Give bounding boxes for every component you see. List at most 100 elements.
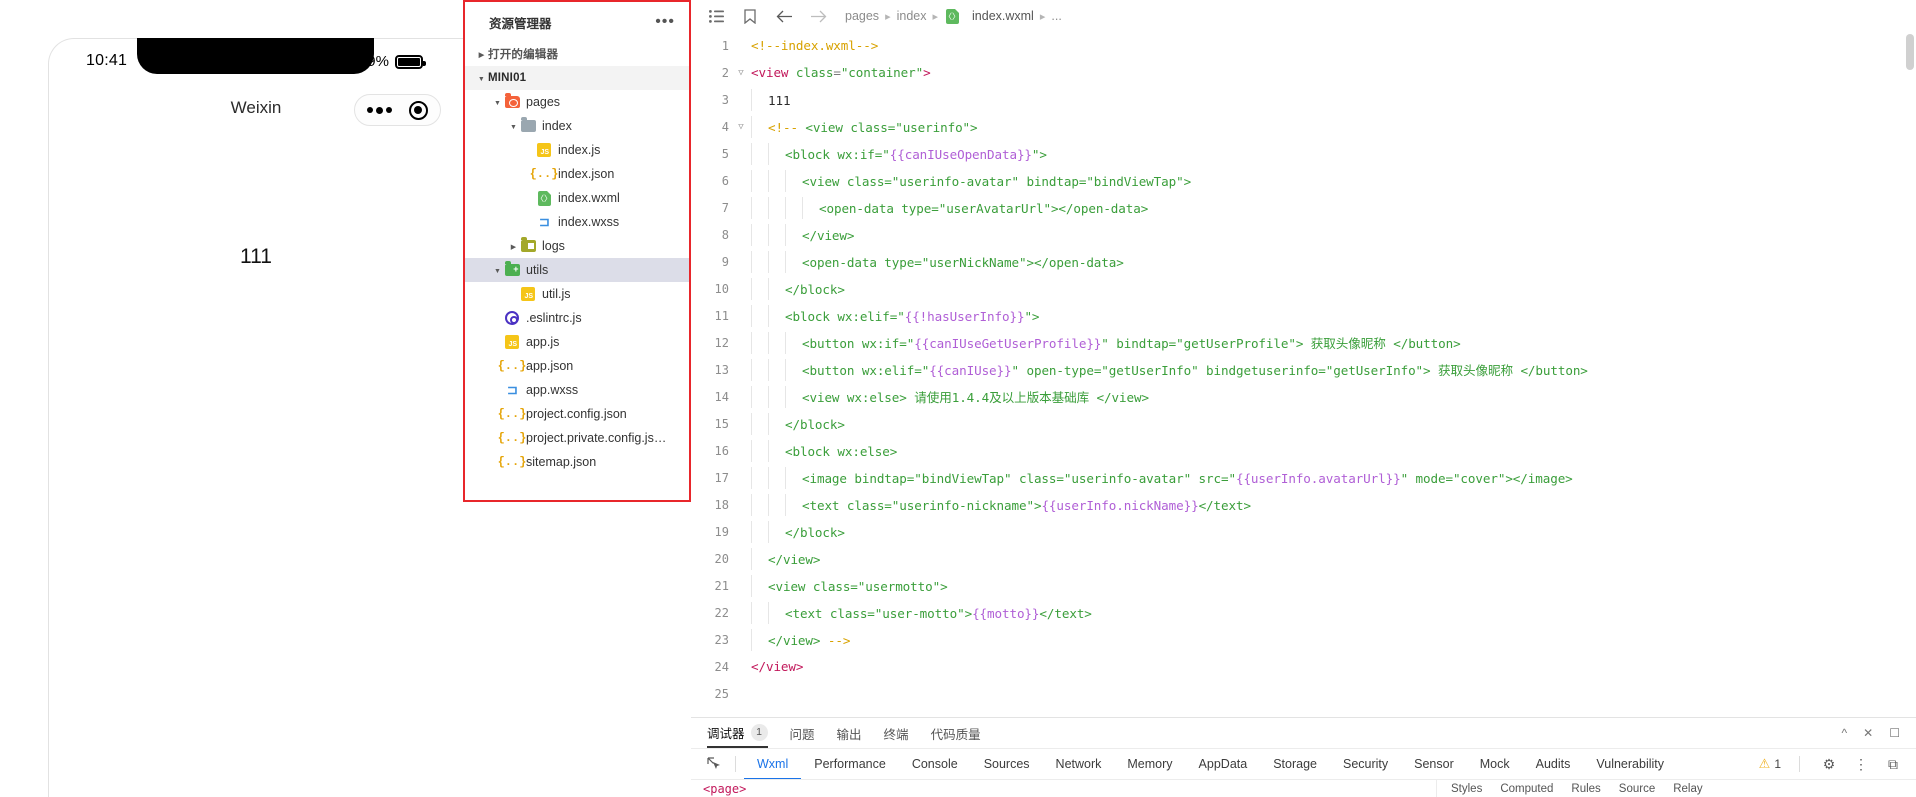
scrollbar-thumb[interactable] xyxy=(1906,34,1914,70)
breadcrumb-item-file[interactable]: 〈〉 index.wxml xyxy=(944,8,1034,24)
styles-tab-source[interactable]: Source xyxy=(1619,783,1655,795)
devtools-tab-audits[interactable]: Audits xyxy=(1523,749,1584,780)
code-line[interactable]: 17 <image bindtap="bindViewTap" class="us… xyxy=(691,464,1916,491)
panel-tab-code-quality[interactable]: 代码质量 xyxy=(931,718,981,748)
devtools-tab-memory[interactable]: Memory xyxy=(1114,749,1185,780)
panel-tab-row: 调试器 1 问题 输出 终端 代码质量 ^ ✕ ☐ xyxy=(691,718,1916,748)
code-line[interactable]: 24 </view> xyxy=(691,653,1916,680)
devtools-tab-storage[interactable]: Storage xyxy=(1260,749,1330,780)
panel-tab-debugger[interactable]: 调试器 1 xyxy=(707,718,768,748)
code-line[interactable]: 10 </block> xyxy=(691,275,1916,302)
breadcrumb-item-1[interactable]: index xyxy=(897,9,927,23)
capsule-button-group[interactable] xyxy=(354,94,441,126)
devtools-tab-wxml[interactable]: Wxml xyxy=(744,749,801,780)
code-line[interactable]: 6 <view class="userinfo-avatar" bindtap="… xyxy=(691,167,1916,194)
code-line[interactable]: 20 </view> xyxy=(691,545,1916,572)
code-editor[interactable]: 1 <!--index.wxml--> 2 ▽ <view class="contain… xyxy=(691,32,1916,717)
styles-tab-styles[interactable]: Styles xyxy=(1451,783,1482,795)
tree-item-utils[interactable]: utils xyxy=(465,258,689,282)
dock-panel-icon[interactable]: ⧉ xyxy=(1882,753,1904,775)
menu-list-icon[interactable] xyxy=(699,0,733,32)
devtools-tab-security[interactable]: Security xyxy=(1330,749,1401,780)
more-menu-icon[interactable] xyxy=(367,106,393,114)
code-line[interactable]: 11 <block wx:elif="{{!hasUserInfo}}"> xyxy=(691,302,1916,329)
code-line[interactable]: 2 ▽ <view class="container"> xyxy=(691,59,1916,86)
tree-item-project-private-config-js-[interactable]: {..} project.private.config.js… xyxy=(465,426,689,450)
code-line[interactable]: 13 <button wx:elif="{{canIUse}}" open-typ… xyxy=(691,356,1916,383)
navigate-back-icon[interactable] xyxy=(767,0,801,32)
chevron-down-icon[interactable] xyxy=(491,266,504,275)
tree-item-app-js[interactable]: JS app.js xyxy=(465,330,689,354)
tree-item-index-wxss[interactable]: ⊏ index.wxss xyxy=(465,210,689,234)
kebab-menu-icon[interactable]: ⋮ xyxy=(1850,753,1872,775)
styles-tab-computed[interactable]: Computed xyxy=(1500,783,1553,795)
tree-item-util-js[interactable]: JS util.js xyxy=(465,282,689,306)
tree-item-index-js[interactable]: JS index.js xyxy=(465,138,689,162)
panel-layout-icon[interactable]: ☐ xyxy=(1889,726,1900,740)
breadcrumb-item-3[interactable]: ... xyxy=(1051,9,1061,23)
tree-item-app-wxss[interactable]: ⊏ app.wxss xyxy=(465,378,689,402)
code-line[interactable]: 16 <block wx:else> xyxy=(691,437,1916,464)
devtools-tab-console[interactable]: Console xyxy=(899,749,971,780)
code-line[interactable]: 7 <open-data type="userAvatarUrl"></open-… xyxy=(691,194,1916,221)
panel-tab-output[interactable]: 输出 xyxy=(837,718,862,748)
tree-item--eslintrc-js[interactable]: .eslintrc.js xyxy=(465,306,689,330)
code-line[interactable]: 18 <text class="userinfo-nickname">{{user… xyxy=(691,491,1916,518)
chevron-right-icon[interactable] xyxy=(507,242,520,251)
code-line[interactable]: 3 111 xyxy=(691,86,1916,113)
tree-item-index-wxml[interactable]: 〈〉 index.wxml xyxy=(465,186,689,210)
code-line-content: <text class="user-motto">{{motto}}</text… xyxy=(749,599,1916,626)
code-line[interactable]: 21 <view class="usermotto"> xyxy=(691,572,1916,599)
bookmark-icon[interactable] xyxy=(733,0,767,32)
styles-tab-relay[interactable]: Relay xyxy=(1673,783,1702,795)
code-line-content: </block> xyxy=(749,518,1916,545)
panel-tab-terminal[interactable]: 终端 xyxy=(884,718,909,748)
tree-item-project-config-json[interactable]: {..} project.config.json xyxy=(465,402,689,426)
inspect-element-icon[interactable] xyxy=(701,753,727,775)
devtools-tab-mock[interactable]: Mock xyxy=(1467,749,1523,780)
tree-item-sitemap-json[interactable]: {..} sitemap.json xyxy=(465,450,689,474)
chevron-down-icon[interactable] xyxy=(491,98,504,107)
tree-item-logs[interactable]: logs xyxy=(465,234,689,258)
code-line[interactable]: 14 <view wx:else> 请使用1.4.4及以上版本基础库 </view… xyxy=(691,383,1916,410)
tree-item-label: index.json xyxy=(558,167,615,181)
tree-item-pages[interactable]: pages xyxy=(465,90,689,114)
tree-item-index-json[interactable]: {..} index.json xyxy=(465,162,689,186)
project-root-section[interactable]: MINI01 xyxy=(465,66,689,90)
tree-item-index[interactable]: index xyxy=(465,114,689,138)
fold-chevron-icon[interactable]: ▽ xyxy=(733,113,749,140)
open-editors-section[interactable]: 打开的编辑器 xyxy=(465,42,689,66)
styles-tab-rules[interactable]: Rules xyxy=(1571,783,1600,795)
code-line[interactable]: 25 xyxy=(691,680,1916,707)
fold-chevron-icon[interactable]: ▽ xyxy=(733,59,749,86)
breadcrumb-item-0[interactable]: pages xyxy=(845,9,879,23)
tree-item-app-json[interactable]: {..} app.json xyxy=(465,354,689,378)
code-line[interactable]: 9 <open-data type="userNickName"></open-d… xyxy=(691,248,1916,275)
chevron-down-icon[interactable] xyxy=(507,122,520,131)
editor-scrollbar[interactable]: ▲ xyxy=(1904,32,1916,717)
devtools-tab-sources[interactable]: Sources xyxy=(971,749,1043,780)
line-number: 6 xyxy=(721,173,729,188)
code-line[interactable]: 22 <text class="user-motto">{{motto}}</te… xyxy=(691,599,1916,626)
code-line[interactable]: 8 </view> xyxy=(691,221,1916,248)
gear-icon[interactable]: ⚙ xyxy=(1818,753,1840,775)
code-line[interactable]: 5 <block wx:if="{{canIUseOpenData}}"> xyxy=(691,140,1916,167)
panel-collapse-icon[interactable]: ^ xyxy=(1842,726,1848,740)
code-line[interactable]: 23 </view> --> xyxy=(691,626,1916,653)
devtools-tab-vulnerability[interactable]: Vulnerability xyxy=(1583,749,1677,780)
close-target-icon[interactable] xyxy=(408,100,428,120)
code-line[interactable]: 12 <button wx:if="{{canIUseGetUserProfile… xyxy=(691,329,1916,356)
warning-count-badge[interactable]: ⚠ 1 xyxy=(1759,756,1781,772)
panel-tab-problems[interactable]: 问题 xyxy=(790,718,815,748)
code-line[interactable]: 19 </block> xyxy=(691,518,1916,545)
devtools-tab-network[interactable]: Network xyxy=(1043,749,1115,780)
devtools-tab-appdata[interactable]: AppData xyxy=(1186,749,1261,780)
panel-close-icon[interactable]: ✕ xyxy=(1863,726,1873,740)
devtools-tab-sensor[interactable]: Sensor xyxy=(1401,749,1467,780)
code-line[interactable]: 4 ▽ <!-- <view class="userinfo"> xyxy=(691,113,1916,140)
code-line[interactable]: 1 <!--index.wxml--> xyxy=(691,32,1916,59)
code-line[interactable]: 15 </block> xyxy=(691,410,1916,437)
navigate-forward-icon[interactable] xyxy=(801,0,835,32)
explorer-more-icon[interactable]: ••• xyxy=(655,14,675,30)
devtools-tab-performance[interactable]: Performance xyxy=(801,749,899,780)
